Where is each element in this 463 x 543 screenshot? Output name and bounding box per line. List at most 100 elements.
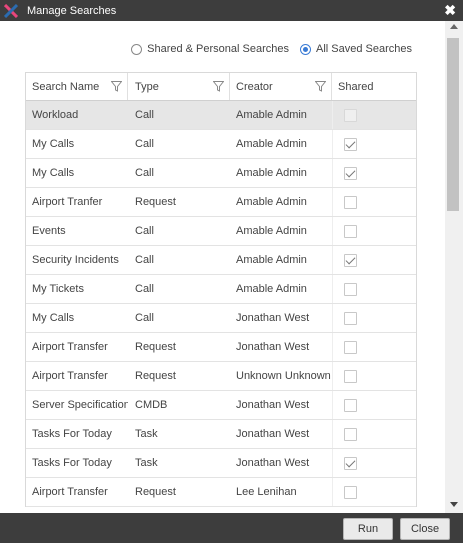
shared-checkbox[interactable] <box>344 369 357 383</box>
cell-creator: Jonathan West <box>236 428 310 440</box>
table-row[interactable]: Tasks For Today Task Jonathan West <box>26 449 416 478</box>
radio-shared-personal[interactable]: Shared & Personal Searches <box>131 43 289 55</box>
search-scope-radio-group: Shared & Personal Searches All Saved Sea… <box>131 43 412 55</box>
column-header-search-name[interactable]: Search Name <box>26 73 128 100</box>
shared-checkbox[interactable] <box>344 195 357 209</box>
shared-checkbox[interactable] <box>344 340 357 354</box>
cell-name: Airport Transfer <box>32 341 108 353</box>
cell-name: Events <box>32 225 66 237</box>
cell-creator: Jonathan West <box>236 399 310 411</box>
table-row[interactable]: My Calls Call Jonathan West <box>26 304 416 333</box>
cell-type: Call <box>135 167 154 179</box>
table-row[interactable]: Events Call Amable Admin <box>26 217 416 246</box>
column-header-label: Search Name <box>32 80 100 93</box>
close-icon[interactable]: ✖ <box>444 2 456 18</box>
table-row[interactable]: Security Incidents Call Amable Admin <box>26 246 416 275</box>
dialog-footer: Run Close <box>0 513 463 543</box>
cell-creator: Jonathan West <box>236 341 310 353</box>
cell-name: Workload <box>32 109 79 121</box>
cell-creator: Unknown Unknown <box>236 370 331 382</box>
cell-name: My Calls <box>32 138 75 150</box>
cell-name: My Calls <box>32 167 75 179</box>
grid-body: Workload Call Amable Admin My Calls Call Amab… <box>26 101 416 507</box>
shared-checkbox[interactable] <box>344 282 357 296</box>
shared-checkbox[interactable] <box>344 137 357 151</box>
cell-shared <box>332 275 416 303</box>
shared-checkbox[interactable] <box>344 311 357 325</box>
scroll-down-arrow-icon[interactable] <box>450 502 458 507</box>
table-row[interactable]: Airport Tranfer Request Amable Admin <box>26 188 416 217</box>
radio-button[interactable] <box>131 43 143 55</box>
cell-shared <box>332 420 416 448</box>
cell-type: CMDB <box>135 399 168 411</box>
cell-shared <box>332 217 416 245</box>
cell-name: My Calls <box>32 312 75 324</box>
table-row[interactable]: Workload Call Amable Admin <box>26 101 416 130</box>
cell-name: My Tickets <box>32 283 84 295</box>
cell-creator: Amable Admin <box>236 109 307 121</box>
table-row[interactable]: Airport Transfer Request Lee Lenihan <box>26 478 416 507</box>
cell-type: Call <box>135 138 154 150</box>
cell-name: Tasks For Today <box>32 457 112 469</box>
cell-creator: Amable Admin <box>236 254 307 266</box>
shared-checkbox[interactable] <box>344 485 357 499</box>
radio-all-saved[interactable]: All Saved Searches <box>300 43 412 55</box>
cell-shared <box>332 391 416 419</box>
cell-creator: Amable Admin <box>236 167 307 179</box>
cell-creator: Jonathan West <box>236 457 310 469</box>
shared-checkbox[interactable] <box>344 224 357 238</box>
cell-creator: Amable Admin <box>236 138 307 150</box>
column-header-shared[interactable]: Shared <box>332 73 416 100</box>
column-header-label: Type <box>135 80 159 93</box>
column-header-type[interactable]: Type <box>128 73 230 100</box>
cell-type: Call <box>135 283 154 295</box>
close-button[interactable]: Close <box>400 518 450 540</box>
vertical-scrollbar[interactable] <box>445 21 463 513</box>
cell-name: Security Incidents <box>32 254 119 266</box>
filter-icon[interactable] <box>315 81 326 92</box>
cell-shared <box>332 449 416 477</box>
cell-type: Request <box>135 370 176 382</box>
shared-checkbox[interactable] <box>344 253 357 267</box>
column-header-label: Shared <box>338 80 374 93</box>
cell-type: Request <box>135 341 176 353</box>
shared-checkbox[interactable] <box>344 427 357 441</box>
scroll-thumb[interactable] <box>447 38 459 211</box>
filter-icon[interactable] <box>213 81 224 92</box>
cell-shared <box>332 362 416 390</box>
cell-type: Request <box>135 486 176 498</box>
shared-checkbox[interactable] <box>344 456 357 470</box>
table-row[interactable]: My Tickets Call Amable Admin <box>26 275 416 304</box>
table-row[interactable]: Airport Transfer Request Jonathan West <box>26 333 416 362</box>
table-row[interactable]: My Calls Call Amable Admin <box>26 159 416 188</box>
cell-type: Request <box>135 196 176 208</box>
cell-shared <box>332 101 416 129</box>
grid-header: Search Name Type Creator Shared <box>26 73 416 101</box>
table-row[interactable]: Airport Transfer Request Unknown Unknown <box>26 362 416 391</box>
scroll-up-arrow-icon[interactable] <box>450 24 458 29</box>
title-bar: Manage Searches ✖ <box>0 0 463 21</box>
shared-checkbox[interactable] <box>344 166 357 180</box>
shared-checkbox[interactable] <box>344 398 357 412</box>
cell-name: Server Specification <box>32 399 128 411</box>
cell-type: Task <box>135 428 158 440</box>
cell-type: Call <box>135 225 154 237</box>
table-row[interactable]: Server Specification CMDB Jonathan West <box>26 391 416 420</box>
cell-shared <box>332 130 416 158</box>
cell-creator: Amable Admin <box>236 196 307 208</box>
app-logo-icon <box>4 3 18 18</box>
run-button[interactable]: Run <box>343 518 393 540</box>
cell-name: Airport Transfer <box>32 370 108 382</box>
table-row[interactable]: My Calls Call Amable Admin <box>26 130 416 159</box>
radio-label: All Saved Searches <box>316 43 412 55</box>
searches-grid: Search Name Type Creator Shared Workload… <box>25 72 417 507</box>
cell-creator: Jonathan West <box>236 312 310 324</box>
column-header-creator[interactable]: Creator <box>230 73 332 100</box>
radio-button[interactable] <box>300 43 311 55</box>
cell-shared <box>332 304 416 332</box>
cell-name: Airport Transfer <box>32 486 108 498</box>
cell-creator: Amable Admin <box>236 283 307 295</box>
cell-shared <box>332 246 416 274</box>
filter-icon[interactable] <box>111 81 122 92</box>
table-row[interactable]: Tasks For Today Task Jonathan West <box>26 420 416 449</box>
